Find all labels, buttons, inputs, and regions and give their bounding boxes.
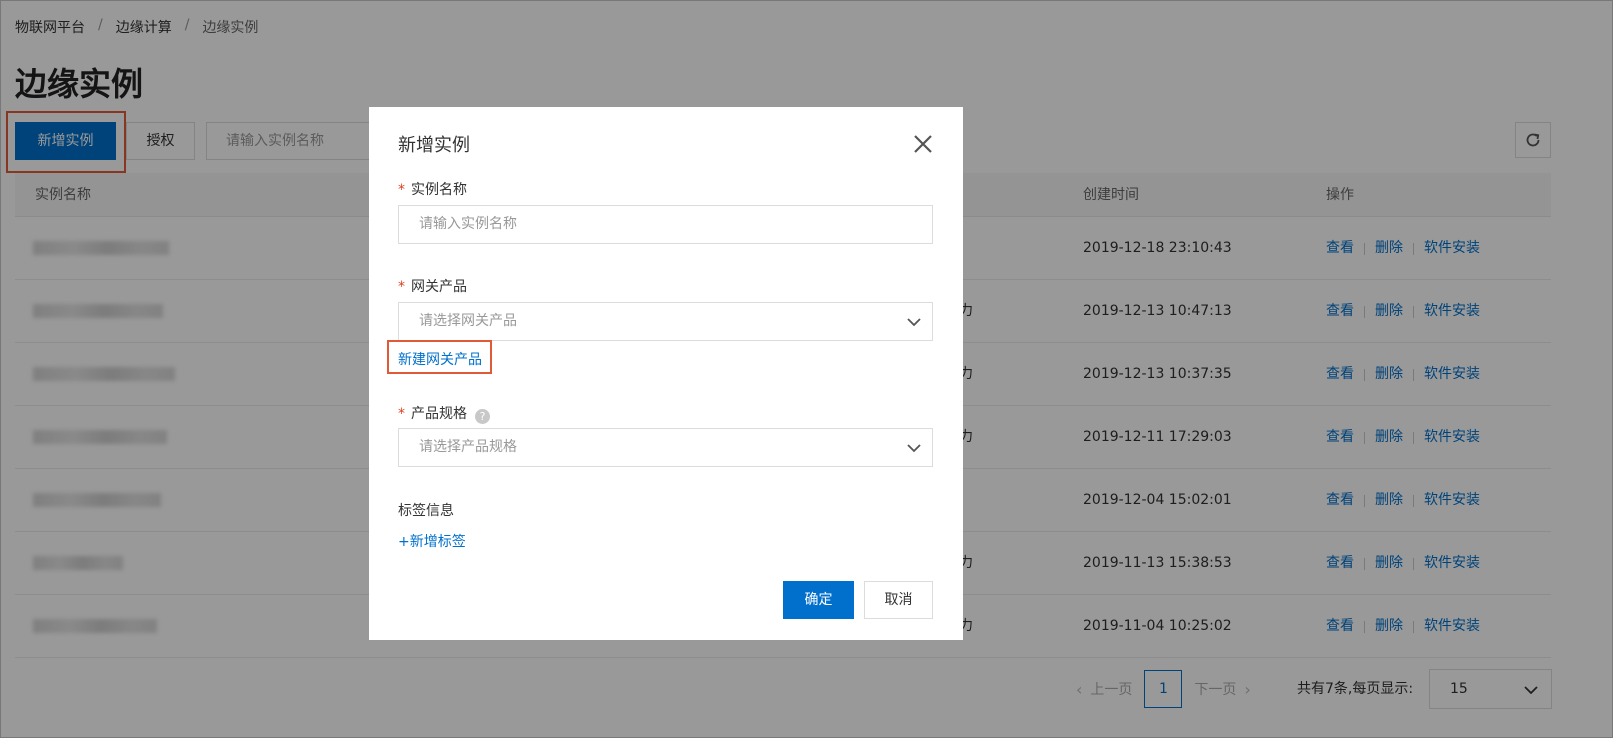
product-spec-placeholder: 请选择产品规格 <box>419 439 517 455</box>
confirm-button[interactable]: 确定 <box>783 581 854 619</box>
product-spec-select[interactable]: 请选择产品规格 <box>398 428 933 467</box>
chevron-down-icon <box>907 318 921 327</box>
required-mark: * <box>398 406 405 422</box>
help-icon[interactable]: ? <box>475 409 490 424</box>
close-button[interactable] <box>912 133 934 155</box>
highlight-box-new-gateway <box>387 340 492 374</box>
gateway-product-placeholder: 请选择网关产品 <box>419 313 517 329</box>
tag-info-label: 标签信息 <box>398 503 454 519</box>
product-spec-label: * 产品规格? <box>398 403 490 424</box>
cancel-button[interactable]: 取消 <box>864 581 933 619</box>
instance-name-input[interactable]: 请输入实例名称 <box>398 205 933 244</box>
instance-name-label: * 实例名称 <box>398 182 467 198</box>
required-mark: * <box>398 279 405 295</box>
close-icon <box>914 135 932 153</box>
gateway-product-select[interactable]: 请选择网关产品 <box>398 302 933 341</box>
chevron-down-icon <box>907 444 921 453</box>
add-tag-link[interactable]: +新增标签 <box>398 531 466 551</box>
required-mark: * <box>398 182 405 198</box>
dialog-title: 新增实例 <box>398 135 470 156</box>
gateway-product-label: * 网关产品 <box>398 279 467 295</box>
